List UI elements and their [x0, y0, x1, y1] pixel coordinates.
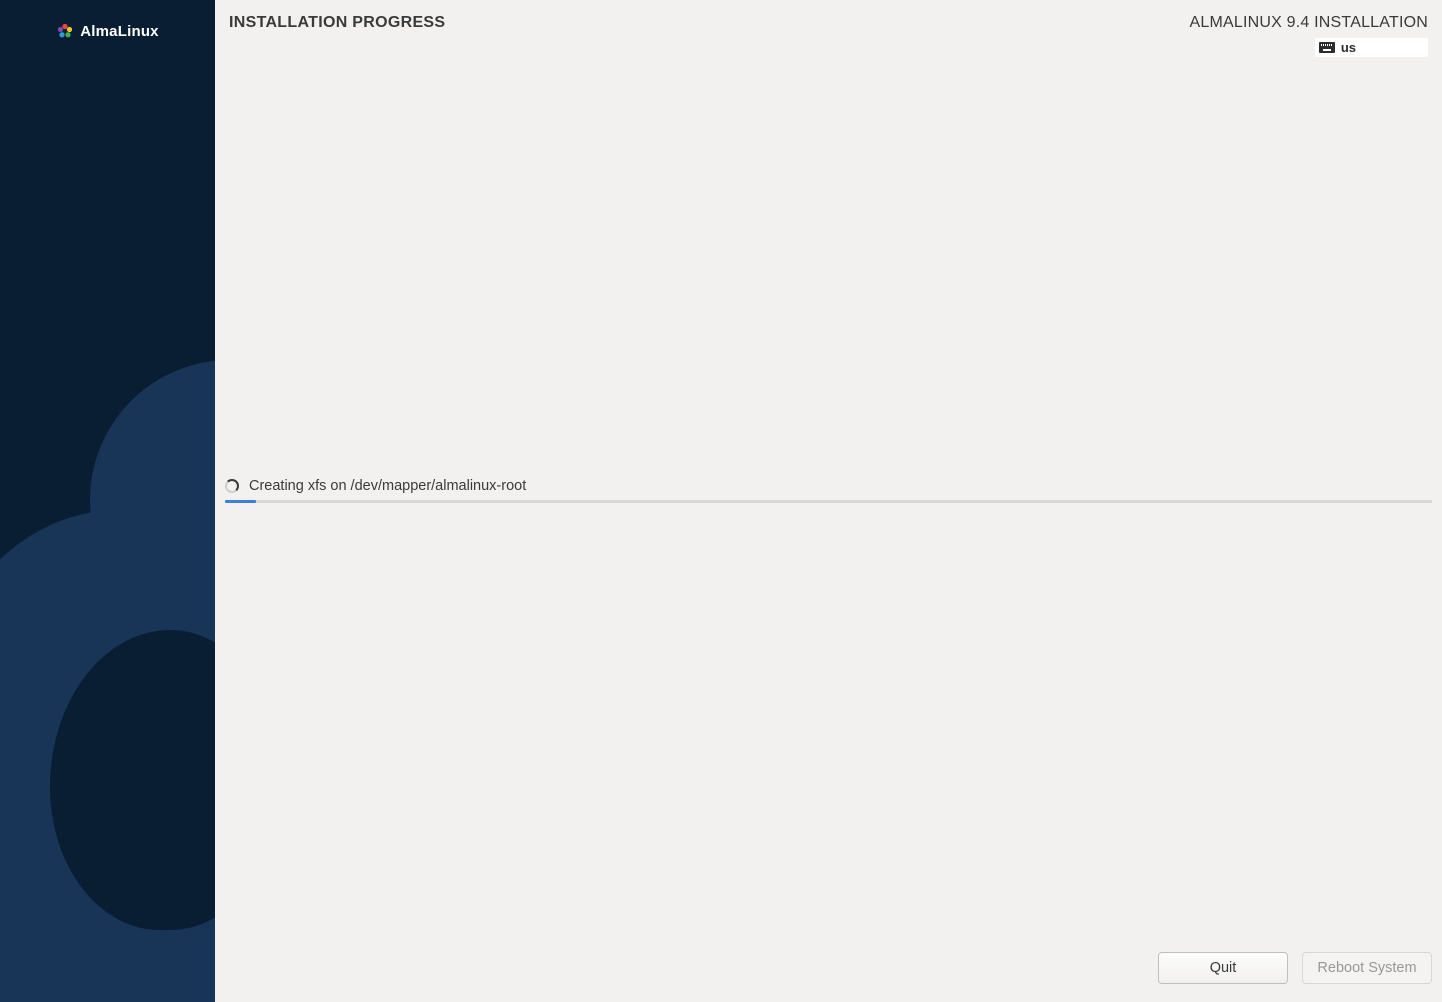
footer-buttons: Quit Reboot System [1158, 952, 1432, 984]
progress-area: Creating xfs on /dev/mapper/almalinux-ro… [225, 478, 1432, 503]
quit-button[interactable]: Quit [1158, 952, 1288, 984]
progress-bar [225, 500, 1432, 503]
header: INSTALLATION PROGRESS ALMALINUX 9.4 INST… [225, 14, 1432, 58]
almalinux-logo-icon [56, 22, 74, 40]
brand-text: AlmaLinux [80, 23, 158, 40]
progress-status-text: Creating xfs on /dev/mapper/almalinux-ro… [249, 478, 526, 494]
sidebar: AlmaLinux [0, 0, 215, 1002]
keyboard-icon [1319, 42, 1335, 53]
brand-logo: AlmaLinux [0, 0, 215, 40]
installer-name: ALMALINUX 9.4 INSTALLATION [1190, 14, 1428, 32]
page-title: INSTALLATION PROGRESS [229, 14, 445, 32]
reboot-system-button: Reboot System [1302, 952, 1432, 984]
header-right: ALMALINUX 9.4 INSTALLATION us [1190, 14, 1428, 58]
keyboard-layout-text: us [1341, 40, 1356, 55]
main-content: INSTALLATION PROGRESS ALMALINUX 9.4 INST… [215, 0, 1442, 1002]
spinner-icon [225, 479, 239, 493]
keyboard-layout-indicator[interactable]: us [1315, 38, 1428, 57]
progress-bar-fill [225, 500, 256, 503]
progress-status-row: Creating xfs on /dev/mapper/almalinux-ro… [225, 478, 1432, 494]
